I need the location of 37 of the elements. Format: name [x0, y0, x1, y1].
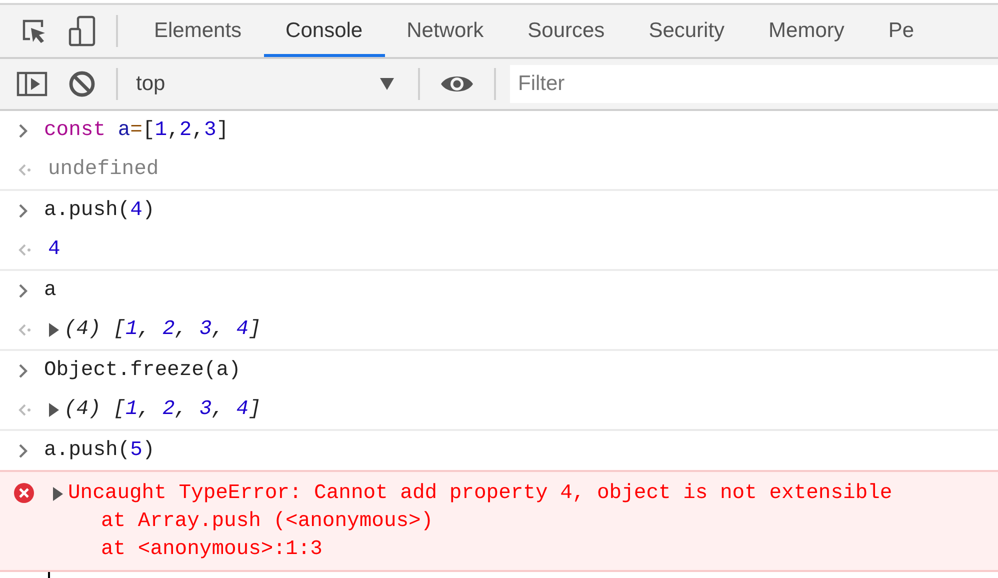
error-text: at Array.push (<anonymous>) — [100, 509, 434, 535]
panel-tab[interactable]: Elements — [132, 5, 264, 57]
error-text: at <anonymous>:1:3 — [100, 537, 324, 563]
input-code-text: const a=[1,2,3] — [44, 119, 229, 142]
console-result: (4) [1, 2, 3, 4] — [64, 318, 261, 341]
console-result: (4) [1, 2, 3, 4] — [64, 398, 261, 421]
input-code-text: a.push(5) — [44, 439, 155, 462]
console-result: undefined — [48, 158, 159, 181]
result-arrow-icon — [18, 162, 32, 176]
input-prompt-icon — [18, 364, 28, 378]
result-arrow-icon — [18, 322, 32, 336]
result-arrow-icon — [18, 242, 32, 256]
sidebar-toggle-icon[interactable] — [16, 70, 48, 98]
caret-icon — [380, 78, 394, 90]
input-prompt-icon — [18, 444, 28, 458]
context-dropdown[interactable]: top — [132, 64, 402, 104]
result-arrow-icon — [18, 402, 32, 416]
panel-tab[interactable]: Memory — [746, 5, 866, 57]
input-code-text: Object.freeze(a) — [44, 359, 241, 382]
input-code-text: a.push(4) — [44, 199, 155, 222]
clear-console-icon[interactable] — [68, 70, 96, 98]
input-code-text: a — [44, 279, 56, 302]
expand-triangle-icon[interactable] — [48, 402, 60, 416]
console-result: 4 — [48, 238, 60, 261]
expand-triangle-icon[interactable] — [52, 487, 64, 501]
error-icon — [14, 483, 34, 503]
panel-tab[interactable]: Sources — [506, 5, 627, 57]
panel-tab[interactable]: Pe — [866, 5, 936, 57]
input-prompt-icon — [18, 284, 28, 298]
expand-triangle-icon[interactable] — [48, 322, 60, 336]
input-prompt-icon — [18, 204, 28, 218]
device-icon[interactable] — [68, 15, 96, 47]
error-text: Uncaught TypeError: Cannot add property 4, object is not extensible — [68, 481, 892, 507]
input-prompt-icon — [18, 124, 28, 138]
panel-tab[interactable]: Security — [626, 5, 747, 57]
filter-field[interactable]: Filter — [510, 65, 998, 103]
panel-tab[interactable]: Network — [384, 5, 506, 57]
